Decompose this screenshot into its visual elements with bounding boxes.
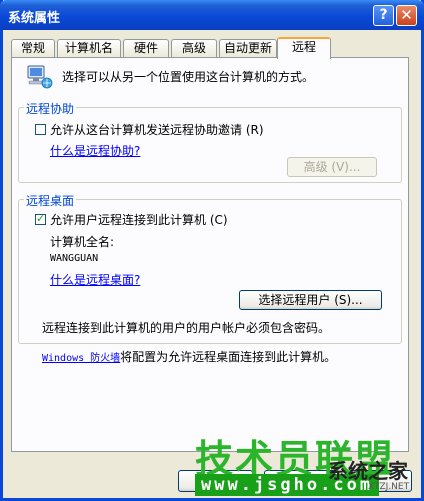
what-is-remote-desktop-link[interactable]: 什么是远程桌面? — [50, 271, 140, 288]
select-remote-users-button[interactable]: 选择远程用户 (S)... — [239, 290, 382, 310]
tab-hardware[interactable]: 硬件 — [123, 39, 169, 57]
windows-firewall-link[interactable]: Windows 防火墙 — [42, 353, 120, 364]
password-requirement-note: 远程连接到此计算机的用户的用户帐户必须包含密码。 — [42, 321, 331, 335]
remote-assistance-checkbox-label[interactable]: 允许从这台计算机发送远程协助邀请 (R) — [50, 121, 264, 138]
computer-full-name-label: 计算机全名: — [50, 235, 115, 249]
remote-assistance-checkbox[interactable] — [35, 124, 46, 135]
watermark-site-domain: XTZJ.NET — [368, 482, 410, 492]
allow-remote-connection-checkbox[interactable] — [35, 212, 46, 225]
computer-network-icon — [27, 65, 53, 89]
advanced-button[interactable]: 高级 (V)... — [287, 157, 377, 177]
allow-remote-connection-label[interactable]: 允许用户远程连接到此计算机 (C) — [50, 211, 228, 228]
title-bar[interactable]: 系统属性 ? ✕ — [0, 0, 424, 30]
watermark-site-name: 系统之家 — [328, 459, 408, 483]
tab-strip: 常规 计算机名 硬件 高级 自动更新 远程 — [11, 37, 411, 59]
tab-computer-name[interactable]: 计算机名 — [57, 39, 121, 57]
close-button[interactable]: ✕ — [396, 5, 417, 26]
tab-automatic-updates[interactable]: 自动更新 — [219, 39, 277, 57]
tab-remote[interactable]: 远程 — [277, 37, 331, 59]
computer-full-name-value: WANGGUAN — [50, 253, 99, 264]
remote-assistance-group-label: 远程协助 — [24, 100, 77, 117]
tab-general[interactable]: 常规 — [11, 39, 55, 57]
intro-text: 选择可以从另一个位置使用这台计算机的方式。 — [62, 70, 315, 84]
remote-tab-panel: 选择可以从另一个位置使用这台计算机的方式。 远程协助 允许从这台计算机发送远程协… — [11, 57, 409, 452]
tab-advanced[interactable]: 高级 — [171, 39, 217, 57]
firewall-note: Windows 防火墙将配置为允许远程桌面连接到此计算机。 — [42, 348, 336, 365]
firewall-note-text: 将配置为允许远程桌面连接到此计算机。 — [120, 350, 337, 364]
what-is-remote-assistance-link[interactable]: 什么是远程协助? — [50, 142, 140, 159]
window-title: 系统属性 — [8, 11, 61, 26]
remote-desktop-group-label: 远程桌面 — [24, 192, 77, 209]
help-button[interactable]: ? — [373, 5, 394, 26]
